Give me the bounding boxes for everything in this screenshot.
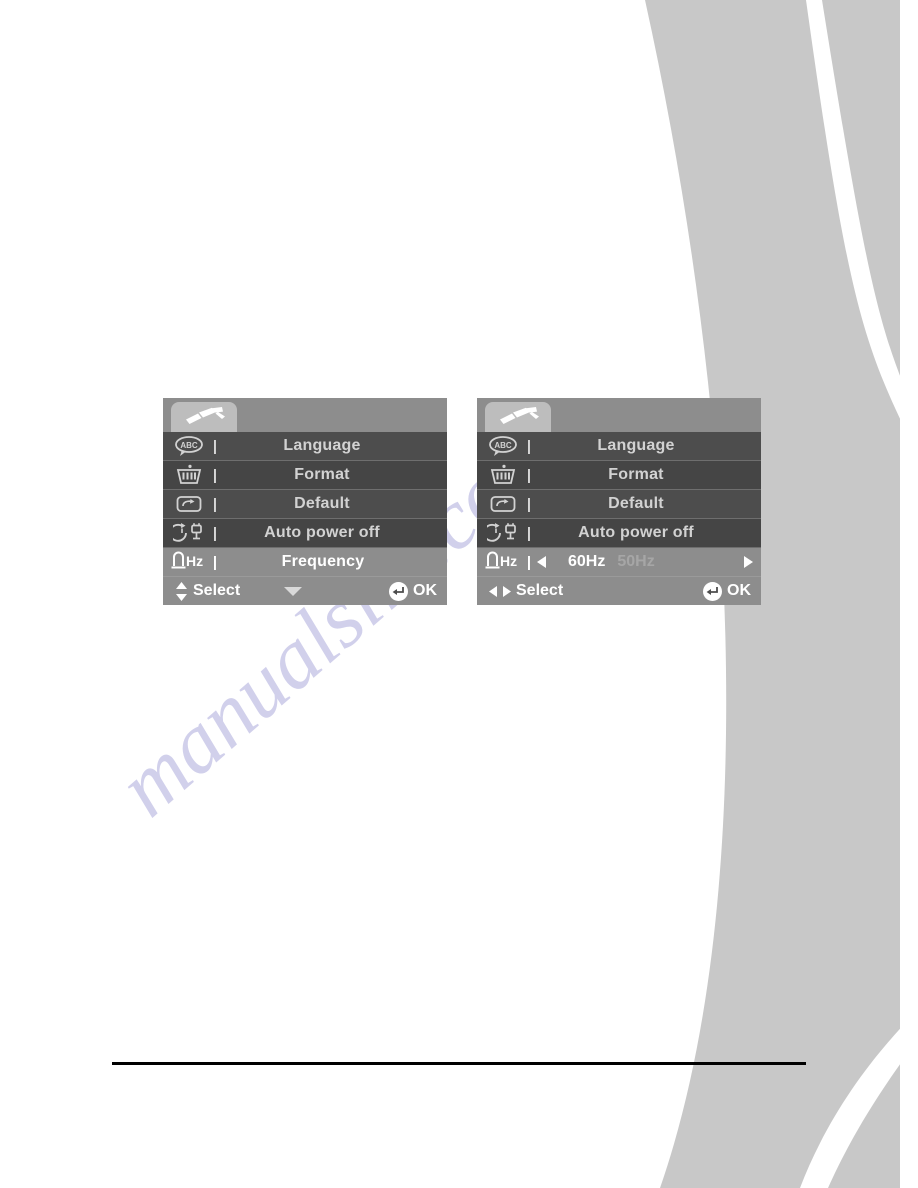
menu-row-default[interactable]: | Default: [477, 490, 761, 519]
menu-row-label: Auto power off: [264, 524, 380, 541]
enter-ok-icon: [703, 581, 722, 601]
hint-select: Select: [175, 581, 241, 601]
menu-row-format[interactable]: | Format: [477, 461, 761, 490]
menu-row-label: Language: [597, 437, 675, 454]
decorative-swoosh-background: [645, 0, 918, 1188]
tab-setup[interactable]: [171, 402, 237, 432]
tab-setup[interactable]: [485, 402, 551, 432]
menu-row-label: Format: [608, 466, 664, 483]
row-separator: |: [212, 495, 218, 513]
menu-row-frequency[interactable]: Hz | 60Hz 50Hz: [477, 548, 761, 577]
menu-row-auto-power-off[interactable]: | Auto power off: [477, 519, 761, 548]
row-separator: |: [526, 524, 532, 542]
row-separator: |: [526, 495, 532, 513]
svg-text:ABC: ABC: [494, 441, 512, 450]
svg-text:ABC: ABC: [180, 441, 198, 450]
hint-select: Select: [489, 582, 563, 600]
frequency-option-selected[interactable]: 60Hz: [568, 553, 605, 571]
osd-panel-navigation: ABC | Language | Format | Default | Auto…: [163, 398, 447, 605]
hint-ok-label: OK: [727, 582, 751, 599]
default-reset-icon: [163, 494, 209, 514]
default-reset-icon: [477, 494, 523, 514]
row-separator: |: [212, 437, 218, 455]
hint-select-label: Select: [193, 582, 241, 599]
menu-row-language[interactable]: ABC | Language: [477, 432, 761, 461]
auto-power-off-icon: [477, 522, 523, 544]
menu-row-auto-power-off[interactable]: | Auto power off: [163, 519, 447, 548]
menu-row-label: Language: [283, 437, 361, 454]
menu-row-label: Frequency: [281, 553, 365, 570]
row-separator: |: [212, 553, 218, 571]
svg-text:Hz: Hz: [500, 553, 517, 569]
menu-row-label: Auto power off: [578, 524, 694, 541]
screwdriver-icon: [186, 407, 225, 424]
osd-panel-frequency-values: ABC | Language | Format | Default | Auto…: [477, 398, 761, 605]
frequency-hz-icon: Hz: [163, 550, 209, 574]
osd-menu-list: ABC | Language | Format | Default | Auto…: [477, 432, 761, 577]
abc-speech-bubble-icon: ABC: [477, 435, 523, 457]
frequency-options: 60Hz 50Hz: [568, 553, 655, 571]
row-separator: |: [212, 466, 218, 484]
osd-tabbar: [163, 398, 447, 432]
chevron-down-icon: [284, 586, 303, 596]
menu-row-format[interactable]: | Format: [163, 461, 447, 490]
row-separator: |: [526, 553, 532, 571]
frequency-hz-icon: Hz: [477, 550, 523, 574]
auto-power-off-icon: [163, 522, 209, 544]
format-card-icon: [477, 464, 523, 486]
menu-row-label: Format: [294, 466, 350, 483]
hint-select-label: Select: [516, 582, 564, 599]
arrow-left-icon[interactable]: [537, 556, 546, 568]
abc-speech-bubble-icon: ABC: [163, 435, 209, 457]
hint-ok[interactable]: OK: [703, 581, 751, 601]
watermark: manualslib.com: [99, 403, 575, 834]
hint-ok[interactable]: OK: [389, 581, 437, 601]
row-separator: |: [526, 437, 532, 455]
svg-text:Hz: Hz: [186, 553, 203, 569]
menu-row-frequency[interactable]: Hz | Frequency: [163, 548, 447, 577]
footer-horizontal-rule: [112, 1062, 806, 1065]
frequency-option[interactable]: 50Hz: [617, 553, 654, 571]
frequency-value-picker: 60Hz 50Hz: [535, 553, 761, 571]
menu-row-language[interactable]: ABC | Language: [163, 432, 447, 461]
osd-menu-list: ABC | Language | Format | Default | Auto…: [163, 432, 447, 577]
format-card-icon: [163, 464, 209, 486]
arrow-right-icon[interactable]: [744, 556, 753, 568]
row-separator: |: [526, 466, 532, 484]
menu-row-label: Default: [608, 495, 664, 512]
row-separator: |: [212, 524, 218, 542]
enter-ok-icon: [389, 581, 408, 601]
hint-ok-label: OK: [413, 582, 437, 599]
menu-row-label: Default: [294, 495, 350, 512]
up-down-arrows-icon: [176, 581, 187, 601]
screwdriver-icon: [500, 407, 539, 424]
left-right-arrows-icon: [489, 585, 511, 597]
osd-footer-hints: Select OK: [163, 577, 447, 605]
osd-tabbar: [477, 398, 761, 432]
menu-row-default[interactable]: | Default: [163, 490, 447, 519]
osd-footer-hints: Select OK: [477, 577, 761, 605]
